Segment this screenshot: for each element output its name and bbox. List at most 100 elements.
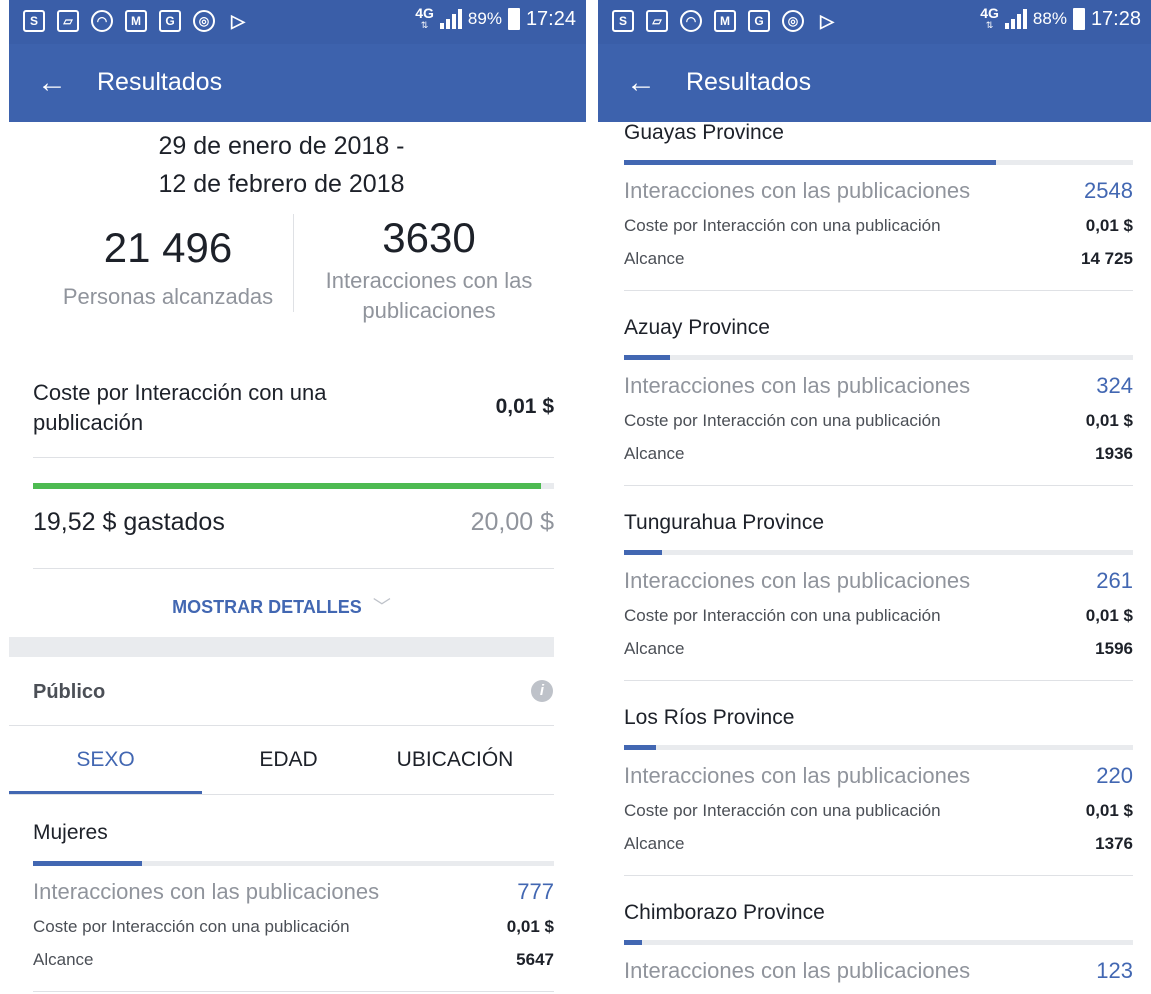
network-type: 4G ⇅ [415, 5, 434, 30]
app-s-icon: S [612, 10, 634, 32]
reach-value: 5647 [516, 950, 554, 969]
network-type: 4G ⇅ [980, 5, 999, 30]
chrome-icon: ◎ [782, 10, 804, 32]
province-bar [624, 550, 1133, 555]
engagement-label-line2: publicaciones [362, 298, 496, 323]
province-name: Chimborazo Province [624, 901, 825, 924]
reach-label: Alcance [624, 444, 685, 463]
cost-value: 0,01 $ [1085, 216, 1133, 235]
cost-value: 0,01 $ [506, 917, 554, 936]
gmail-icon: M [125, 10, 147, 32]
reach-label: Alcance [624, 249, 685, 268]
segment-bar [33, 861, 554, 866]
battery-icon [1072, 8, 1085, 30]
status-bar: S ▱ ◠ M G ◎ ▷ 4G ⇅ 89% 17:24 [9, 0, 586, 44]
gallery-icon: ▱ [57, 10, 79, 32]
left-screen: S ▱ ◠ M G ◎ ▷ 4G ⇅ 89% 17:24 ← Resultados… [9, 0, 586, 994]
signal-icon [439, 9, 462, 29]
reach-value: 1936 [1095, 444, 1133, 463]
page-title: Resultados [686, 68, 812, 96]
app-s-icon: S [23, 10, 45, 32]
status-bar: S ▱ ◠ M G ◎ ▷ 4G ⇅ 88% 17:28 [598, 0, 1151, 44]
app-bar: ← Resultados [598, 44, 1151, 122]
tab-ubicacion[interactable]: UBICACIÓN [365, 748, 545, 772]
province-name: Los Ríos Province [624, 706, 795, 729]
reach-label: Alcance [33, 950, 94, 969]
gmail-icon: M [714, 10, 736, 32]
province-bar [624, 355, 1133, 360]
engagement-value: 3630 [382, 214, 476, 261]
wifi-icon: ◠ [680, 10, 702, 32]
reach-value: 1596 [1095, 639, 1133, 658]
interactions-label: Interacciones con las publicaciones [624, 958, 971, 983]
segment-name: Mujeres [33, 821, 108, 844]
divider [624, 875, 1133, 876]
province-name: Guayas Province [624, 121, 784, 144]
divider [624, 485, 1133, 486]
interactions-value: 324 [1096, 373, 1133, 398]
google-plus-icon: G [748, 10, 770, 32]
back-arrow-icon[interactable]: ← [37, 68, 67, 98]
budget-progress-bar [33, 483, 554, 489]
reach-value: 21 496 [103, 224, 233, 271]
province-name: Tungurahua Province [624, 511, 825, 534]
interactions-value: 777 [517, 879, 554, 904]
show-details-button[interactable]: MOSTRAR DETALLES ﹀ [9, 593, 554, 619]
back-arrow-icon[interactable]: ← [626, 68, 656, 98]
engagement-label-line1: Interacciones con las [325, 268, 533, 293]
province-bar [624, 940, 1133, 945]
divider [624, 680, 1133, 681]
budget-spent: 19,52 $ gastados [33, 508, 225, 536]
divider [624, 290, 1133, 291]
reach-label: Alcance [624, 639, 685, 658]
interactions-value: 261 [1096, 568, 1133, 593]
date-range-line2: 12 de febrero de 2018 [158, 170, 405, 198]
tab-edad[interactable]: EDAD [192, 748, 385, 772]
battery-icon [507, 8, 520, 30]
province-bar-fill [624, 355, 670, 360]
audience-tabs: SEXO EDAD UBICACIÓN [9, 726, 554, 794]
page-title: Resultados [97, 68, 223, 96]
segment-bar-fill [33, 861, 143, 866]
clock: 17:28 [1090, 7, 1141, 30]
interactions-value: 123 [1096, 958, 1133, 983]
province-bar-fill [624, 940, 642, 945]
audience-title: Público [33, 681, 106, 703]
cost-value: 0,01 $ [1085, 801, 1133, 820]
battery-percent: 88% [1032, 9, 1067, 28]
interactions-value: 220 [1096, 763, 1133, 788]
cost-label: Coste por Interacción con una publicació… [624, 411, 941, 430]
info-icon[interactable]: i [531, 680, 553, 702]
interactions-label: Interacciones con las publicaciones [624, 763, 971, 788]
cost-value: 0,01 $ [495, 395, 554, 418]
province-bar-fill [624, 550, 663, 555]
cost-value: 0,01 $ [1085, 606, 1133, 625]
province-bar [624, 160, 1133, 165]
province-bar-fill [624, 745, 657, 750]
date-range-line1: 29 de enero de 2018 - [158, 132, 405, 160]
tab-sexo[interactable]: SEXO [9, 748, 202, 772]
cost-value: 0,01 $ [1085, 411, 1133, 430]
signal-icon [1004, 9, 1027, 29]
wifi-icon: ◠ [91, 10, 113, 32]
chevron-down-icon: ﹀ [372, 597, 391, 617]
reach-label: Alcance [624, 834, 685, 853]
divider [33, 991, 554, 992]
play-store-icon: ▷ [820, 11, 834, 31]
reach-value: 1376 [1095, 834, 1133, 853]
chrome-icon: ◎ [193, 10, 215, 32]
interactions-label: Interacciones con las publicaciones [624, 178, 971, 203]
interactions-label: Interacciones con las publicaciones [33, 879, 380, 904]
right-screen: S ▱ ◠ M G ◎ ▷ 4G ⇅ 88% 17:28 ← Resultados… [598, 0, 1151, 994]
google-plus-icon: G [159, 10, 181, 32]
interactions-value: 2548 [1084, 178, 1133, 203]
stats-divider [293, 214, 294, 312]
divider [9, 794, 554, 795]
cost-label: Coste por Interacción con una publicació… [33, 917, 350, 936]
play-store-icon: ▷ [231, 11, 245, 31]
cost-label: Coste por Interacción con una publicació… [624, 606, 941, 625]
show-details-label: MOSTRAR DETALLES [172, 597, 362, 617]
cost-label-line2: publicación [33, 410, 144, 435]
province-name: Azuay Province [624, 316, 770, 339]
cost-label-line1: Coste por Interacción con una [33, 380, 327, 405]
